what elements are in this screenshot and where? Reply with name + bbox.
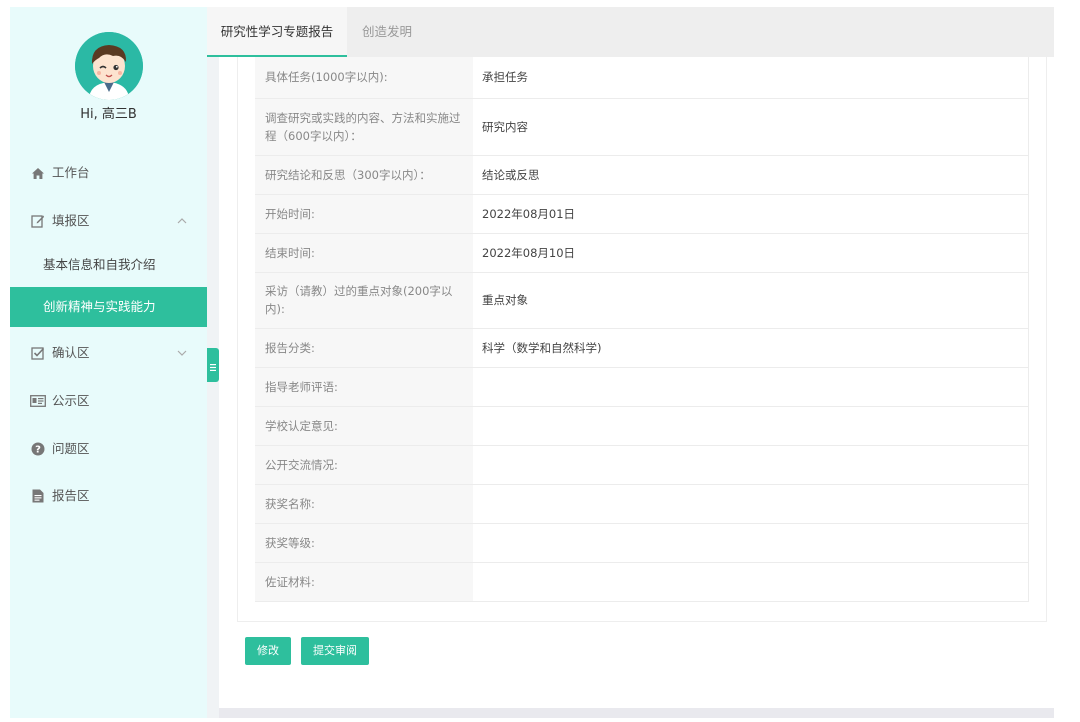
- field-value: [473, 445, 1029, 485]
- field-label: 结束时间:: [255, 233, 473, 273]
- sidebar-item-label: 填报区: [52, 213, 90, 228]
- field-label: 学校认定意见:: [255, 406, 473, 446]
- table-row: 公开交流情况:: [255, 445, 1029, 485]
- sidebar-item-label: 确认区: [52, 345, 90, 360]
- field-value: 科学（数学和自然科学): [473, 328, 1029, 368]
- menu-icon: [210, 356, 216, 375]
- svg-text:?: ?: [35, 445, 41, 456]
- field-label: 开始时间:: [255, 194, 473, 234]
- field-label: 采访（请教）过的重点对象(200字以内):: [255, 272, 473, 329]
- field-label: 指导老师评语:: [255, 367, 473, 407]
- table-row: 获奖等级:: [255, 523, 1029, 563]
- question-circle-icon: ?: [30, 441, 46, 457]
- field-value: [473, 523, 1029, 563]
- field-label: 研究结论和反思（300字以内）：: [255, 155, 473, 195]
- table-row: 结束时间: 2022年08月10日: [255, 233, 1029, 273]
- sidebar-collapse-handle[interactable]: [207, 348, 219, 382]
- table-row: 采访（请教）过的重点对象(200字以内): 重点对象: [255, 272, 1029, 329]
- file-icon: [30, 488, 46, 504]
- table-row: 报告分类: 科学（数学和自然科学): [255, 328, 1029, 368]
- sidebar: Hi, 高三B 工作台 填报区 基本信息和自我介绍 创新精神与实践能力 确认区: [10, 7, 207, 718]
- bottom-divider: [219, 708, 1054, 718]
- field-value: [473, 484, 1029, 524]
- field-label: 具体任务(1000字以内):: [255, 57, 473, 99]
- divider: [207, 57, 219, 718]
- table-row: 具体任务(1000字以内): 承担任务: [255, 57, 1029, 99]
- chevron-up-icon: [175, 213, 189, 229]
- field-label: 调查研究或实践的内容、方法和实施过程（600字以内）：: [255, 98, 473, 156]
- field-value: [473, 367, 1029, 407]
- field-label: 佐证材料:: [255, 562, 473, 602]
- table-row: 研究结论和反思（300字以内）： 结论或反思: [255, 155, 1029, 195]
- chevron-down-icon: [175, 345, 189, 361]
- main-panel: 研究性学习专题报告 创造发明 具体任务(1000字以内): 承担任务 调查研究或…: [207, 7, 1054, 718]
- user-greeting: Hi, 高三B: [80, 107, 137, 122]
- table-row: 指导老师评语:: [255, 367, 1029, 407]
- sidebar-item-workbench[interactable]: 工作台: [10, 153, 207, 193]
- sidebar-subitem-basic-info[interactable]: 基本信息和自我介绍: [10, 245, 207, 285]
- table-row: 调查研究或实践的内容、方法和实施过程（600字以内）： 研究内容: [255, 98, 1029, 156]
- field-label: 获奖名称:: [255, 484, 473, 524]
- field-value: 2022年08月01日: [473, 194, 1029, 234]
- sidebar-item-label: 报告区: [52, 488, 90, 503]
- tab-bar: 研究性学习专题报告 创造发明: [207, 7, 1054, 57]
- table-row: 开始时间: 2022年08月01日: [255, 194, 1029, 234]
- field-label: 公开交流情况:: [255, 445, 473, 485]
- sidebar-subitem-innovation[interactable]: 创新精神与实践能力: [10, 287, 207, 327]
- sidebar-item-confirm-area[interactable]: 确认区: [10, 333, 207, 373]
- sidebar-subitem-label: 基本信息和自我介绍: [43, 257, 156, 272]
- tab-invention[interactable]: 创造发明: [357, 7, 417, 57]
- field-value: 结论或反思: [473, 155, 1029, 195]
- sidebar-item-question-area[interactable]: ? 问题区: [10, 429, 207, 469]
- field-value: [473, 406, 1029, 446]
- field-value: 研究内容: [473, 98, 1029, 156]
- field-value: 重点对象: [473, 272, 1029, 329]
- sidebar-item-label: 问题区: [52, 441, 90, 456]
- table-row: 学校认定意见:: [255, 406, 1029, 446]
- avatar[interactable]: [75, 32, 143, 100]
- table-row: 获奖名称:: [255, 484, 1029, 524]
- sidebar-item-report-area[interactable]: 报告区: [10, 476, 207, 516]
- home-icon: [30, 165, 46, 181]
- table-row: 佐证材料:: [255, 562, 1029, 602]
- submit-review-button[interactable]: 提交审阅: [301, 637, 369, 665]
- edit-icon: [30, 213, 46, 229]
- field-value: [473, 562, 1029, 602]
- detail-table: 具体任务(1000字以内): 承担任务 调查研究或实践的内容、方法和实施过程（6…: [255, 57, 1029, 602]
- tab-research-report[interactable]: 研究性学习专题报告: [207, 7, 347, 57]
- edit-button[interactable]: 修改: [245, 637, 291, 665]
- sidebar-item-fill-area[interactable]: 填报区: [10, 201, 207, 241]
- checkbox-icon: [30, 345, 46, 361]
- field-label: 报告分类:: [255, 328, 473, 368]
- sidebar-subitem-label: 创新精神与实践能力: [43, 299, 156, 314]
- sidebar-item-label: 公示区: [52, 393, 90, 408]
- field-value: 承担任务: [473, 57, 1029, 99]
- field-value: 2022年08月10日: [473, 233, 1029, 273]
- field-label: 获奖等级:: [255, 523, 473, 563]
- sidebar-item-public-area[interactable]: 公示区: [10, 381, 207, 421]
- sidebar-item-label: 工作台: [52, 165, 90, 180]
- id-card-icon: [30, 393, 46, 409]
